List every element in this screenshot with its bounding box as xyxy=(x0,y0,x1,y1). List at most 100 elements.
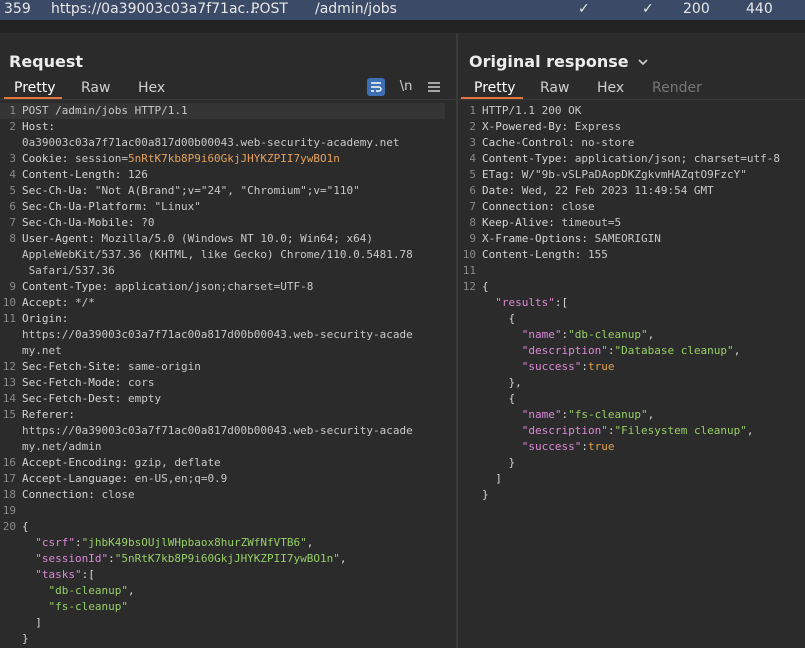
code-line: "tasks":[ xyxy=(0,567,445,583)
json-punct: , xyxy=(647,328,655,341)
code-text: X-Powered-By: Express xyxy=(482,119,621,135)
code-line: https://0a39003c03a7f71ac00a817d00b00043… xyxy=(0,327,445,343)
line-number: 17 xyxy=(2,472,16,485)
header-name: Cookie: xyxy=(22,152,69,165)
plain-text: POST /admin/jobs HTTP/1.1 xyxy=(22,104,188,117)
header-name: Connection: xyxy=(482,200,555,213)
code-line: "sessionId":"5nRtK7kb8P9i60GkjJHYKZPII7y… xyxy=(0,551,445,567)
header-name: Sec-Fetch-Dest: xyxy=(22,392,122,405)
header-name: Content-Type: xyxy=(22,280,109,293)
code-line: "success":true xyxy=(460,439,805,455)
code-text: Sec-Ch-Ua: "Not A(Brand";v="24", "Chromi… xyxy=(22,183,360,199)
header-name: Cache-Control: xyxy=(482,136,575,149)
json-punct: }, xyxy=(482,376,522,389)
header-value: application/json; charset=utf-8 xyxy=(568,152,781,165)
tab-raw[interactable]: Raw xyxy=(540,80,569,96)
code-line: "description":"Filesystem cleanup", xyxy=(460,423,805,439)
menu-icon[interactable] xyxy=(425,78,443,96)
json-string: "Filesystem cleanup" xyxy=(614,424,747,437)
json-key: "tasks" xyxy=(35,568,82,581)
code-text: Connection: close xyxy=(22,487,135,503)
header-name: ETag: xyxy=(482,168,516,181)
header-value: ?0 xyxy=(134,216,155,229)
header-value: timeout=5 xyxy=(554,216,622,229)
code-line: } xyxy=(460,455,805,471)
code-line: AppleWebKit/537.36 (KHTML, like Gecko) C… xyxy=(0,247,445,263)
header-value: SAMEORIGIN xyxy=(587,232,661,245)
json-punct: : xyxy=(581,360,588,373)
json-bool: true xyxy=(587,440,615,453)
vertical-splitter[interactable] xyxy=(456,33,458,648)
response-editor[interactable]: 1 HTTP/1.1 200 OK 2 X-Powered-By: Express 3 C… xyxy=(460,103,805,503)
code-line: 2 Host: xyxy=(0,119,445,135)
json-punct: { xyxy=(482,280,489,293)
header-name: Referer: xyxy=(22,408,75,421)
word-wrap-icon[interactable] xyxy=(367,78,385,96)
json-key: "results" xyxy=(495,296,555,309)
code-text: Sec-Ch-Ua-Platform: "Linux" xyxy=(22,199,201,215)
line-number: 16 xyxy=(2,456,16,469)
line-number: 5 xyxy=(469,168,476,181)
json-key: "sessionId" xyxy=(35,552,109,565)
line-number: 14 xyxy=(2,392,16,405)
code-line: 6 Date: Wed, 22 Feb 2023 11:49:54 GMT xyxy=(460,183,805,199)
json-punct: : xyxy=(75,536,82,549)
header-value: */* xyxy=(68,296,95,309)
code-text: "description":"Database cleanup", xyxy=(482,343,741,359)
code-line: 9 X-Frame-Options: SAMEORIGIN xyxy=(460,231,805,247)
header-name: Accept-Language: xyxy=(22,472,128,485)
tab-render[interactable]: Render xyxy=(652,80,702,96)
tab-pretty[interactable]: Pretty xyxy=(14,80,56,96)
header-name: Content-Type: xyxy=(482,152,569,165)
code-text: ETag: W/"9b-vSLPaDAopDKZgkvmHAZqtO9FzcY" xyxy=(482,167,747,183)
line-number: 4 xyxy=(9,168,16,181)
code-line: 20 { xyxy=(0,519,445,535)
code-text: "success":true xyxy=(482,439,615,455)
line-number: 10 xyxy=(2,296,16,309)
tab-hex[interactable]: Hex xyxy=(597,80,624,96)
code-text: { xyxy=(482,279,489,295)
line-number: 1 xyxy=(469,104,476,117)
header-name: X-Powered-By: xyxy=(482,120,569,133)
response-title[interactable]: Original response xyxy=(469,52,649,71)
newline-toggle-icon[interactable]: \n xyxy=(397,78,415,96)
header-name: Sec-Fetch-Mode: xyxy=(22,376,122,389)
header-value: W/"9b-vSLPaDAopDKZgkvmHAZqtO9FzcY" xyxy=(515,168,747,181)
line-number: 13 xyxy=(2,376,16,389)
response-title-label: Original response xyxy=(469,52,629,71)
code-text: Origin: xyxy=(22,311,68,327)
header-name: Date: xyxy=(482,184,516,197)
json-key: "description" xyxy=(521,344,608,357)
code-text: Referer: xyxy=(22,407,75,423)
code-line: my.net xyxy=(0,343,445,359)
pane-divider[interactable] xyxy=(0,20,805,33)
tab-pretty[interactable]: Pretty xyxy=(474,80,516,96)
tabs-divider xyxy=(0,99,456,100)
line-number: 3 xyxy=(9,152,16,165)
code-text: Sec-Fetch-Site: same-origin xyxy=(22,359,201,375)
history-row[interactable]: 359 https://0a39003c03a7f71ac... POST /a… xyxy=(0,0,805,20)
code-text: Cookie: session=5nRtK7kb8P9i60GkjJHYKZPI… xyxy=(22,151,340,167)
json-punct: , xyxy=(733,344,741,357)
code-line: 15 Referer: xyxy=(0,407,445,423)
json-string: "fs-cleanup" xyxy=(48,600,128,613)
tab-hex[interactable]: Hex xyxy=(138,80,165,96)
code-line: 8 User-Agent: Mozilla/5.0 (Windows NT 10.… xyxy=(0,231,445,247)
code-line: }, xyxy=(460,375,805,391)
code-line: 8 Keep-Alive: timeout=5 xyxy=(460,215,805,231)
code-text: { xyxy=(482,391,515,407)
request-editor[interactable]: 1 POST /admin/jobs HTTP/1.1 2 Host: 0a39003c… xyxy=(0,103,445,647)
header-name: User-Agent: xyxy=(22,232,95,245)
code-text: Host: xyxy=(22,119,55,135)
tab-raw[interactable]: Raw xyxy=(81,80,110,96)
header-value: session= xyxy=(68,152,128,165)
tabs-divider xyxy=(458,99,805,100)
json-key: "csrf" xyxy=(35,536,75,549)
code-line: 2 X-Powered-By: Express xyxy=(460,119,805,135)
code-line: "csrf":"jhbK49bsOUjlWHpbaox8hurZWfNfVTB6… xyxy=(0,535,445,551)
